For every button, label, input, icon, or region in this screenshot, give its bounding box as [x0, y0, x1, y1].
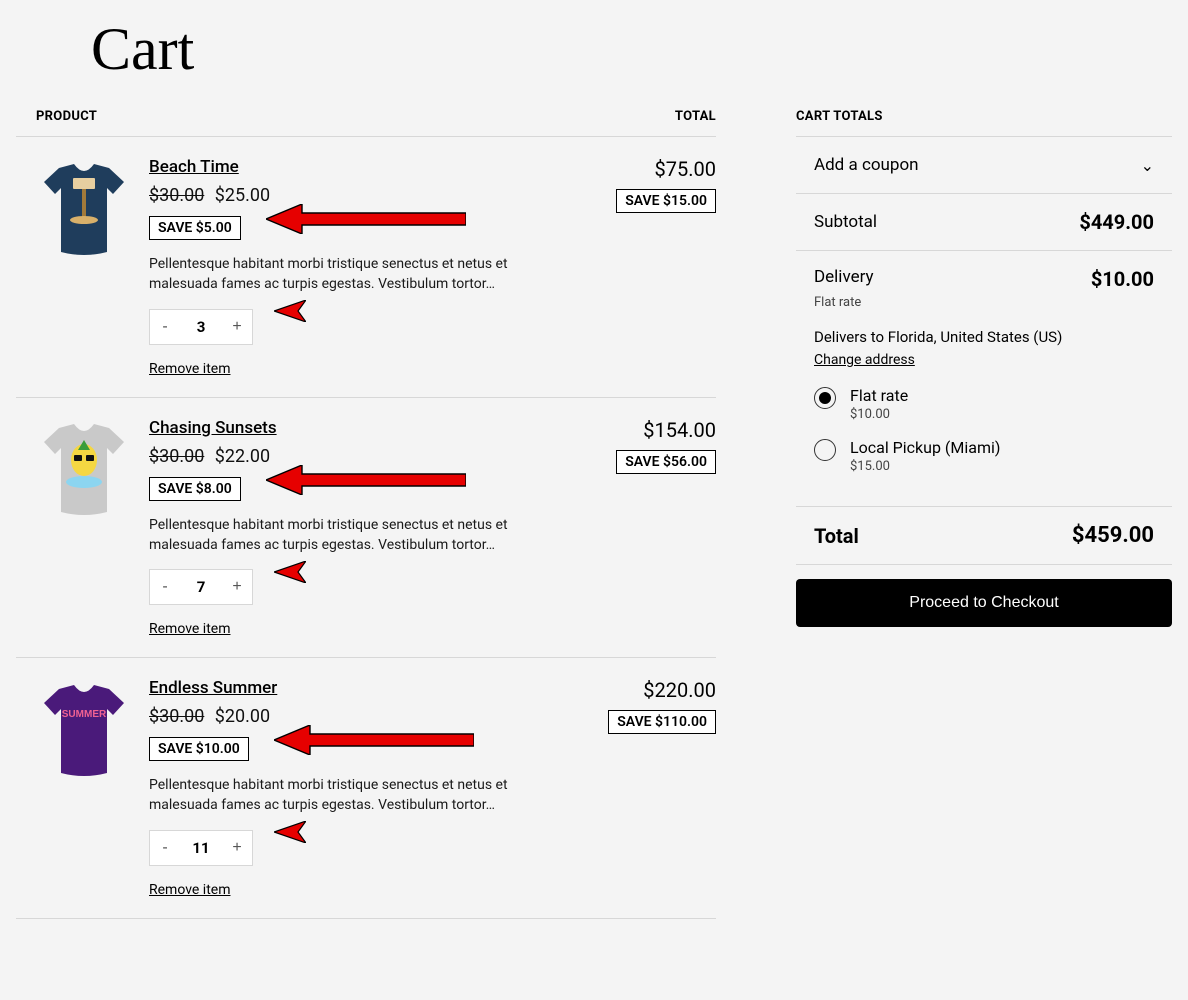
shipping-option-local-pickup[interactable]: Local Pickup (Miami) $15.00 [814, 438, 1154, 474]
product-thumb[interactable] [36, 157, 131, 262]
shipping-cost: $10.00 [850, 407, 908, 422]
cart-totals-header: CART TOTALS [796, 109, 1172, 136]
cart-totals-column: CART TOTALS Add a coupon ⌄ Subtotal $449… [796, 109, 1172, 919]
sale-price: $25.00 [215, 185, 270, 206]
sale-price: $20.00 [215, 706, 270, 727]
remove-item-link[interactable]: Remove item [149, 361, 230, 377]
qty-value: 11 [180, 839, 222, 857]
svg-text:SUMMER: SUMMER [61, 709, 106, 720]
cart-column: PRODUCT TOTAL Beach Time $30.00 $25.00 S… [16, 109, 716, 919]
quantity-stepper[interactable]: - 3 + [149, 309, 253, 345]
total-amount: $459.00 [1072, 523, 1154, 548]
annotation-arrow-icon [274, 300, 306, 322]
col-product: PRODUCT [36, 109, 97, 124]
product-thumb[interactable]: SUMMER [36, 678, 131, 783]
delivers-to: Delivers to Florida, United States (US) [814, 328, 1154, 346]
remove-item-link[interactable]: Remove item [149, 621, 230, 637]
cart-row: Beach Time $30.00 $25.00 SAVE $5.00 Pell… [16, 137, 716, 398]
original-price: $30.00 [149, 446, 204, 467]
original-price: $30.00 [149, 185, 204, 206]
radio-icon [814, 439, 836, 461]
product-description: Pellentesque habitant morbi tristique se… [149, 775, 578, 816]
qty-minus-button[interactable]: - [150, 570, 180, 604]
add-coupon-toggle[interactable]: Add a coupon ⌄ [796, 137, 1172, 194]
total-line: Total $459.00 [796, 507, 1172, 565]
cart-row: Chasing Sunsets $30.00 $22.00 SAVE $8.00… [16, 398, 716, 659]
qty-plus-button[interactable]: + [222, 831, 252, 865]
line-total: $220.00 [596, 678, 716, 702]
shipping-name: Local Pickup (Miami) [850, 438, 1000, 457]
save-unit-badge: SAVE $10.00 [149, 737, 249, 761]
add-coupon-label: Add a coupon [814, 155, 919, 175]
line-total: $75.00 [596, 157, 716, 181]
price-line: $30.00 $25.00 [149, 185, 578, 206]
radio-icon [814, 387, 836, 409]
price-line: $30.00 $22.00 [149, 446, 578, 467]
cart-row: SUMMER Endless Summer $30.00 $20.00 SAVE… [16, 658, 716, 919]
product-description: Pellentesque habitant morbi tristique se… [149, 254, 578, 295]
qty-value: 3 [180, 318, 222, 336]
product-name-link[interactable]: Endless Summer [149, 678, 277, 698]
qty-plus-button[interactable]: + [222, 310, 252, 344]
delivery-method: Flat rate [814, 295, 1154, 310]
delivery-block: Delivery $10.00 Flat rate Delivers to Fl… [796, 251, 1172, 507]
qty-plus-button[interactable]: + [222, 570, 252, 604]
proceed-to-checkout-button[interactable]: Proceed to Checkout [796, 579, 1172, 627]
save-total-badge: SAVE $15.00 [616, 189, 716, 213]
chevron-down-icon: ⌄ [1141, 156, 1154, 175]
subtotal-line: Subtotal $449.00 [796, 194, 1172, 251]
delivery-label: Delivery [814, 267, 874, 291]
product-name-link[interactable]: Beach Time [149, 157, 239, 177]
annotation-arrow-icon [266, 204, 466, 234]
price-line: $30.00 $20.00 [149, 706, 578, 727]
line-total: $154.00 [596, 418, 716, 442]
shipping-option-flat-rate[interactable]: Flat rate $10.00 [814, 386, 1154, 422]
save-total-badge: SAVE $56.00 [616, 450, 716, 474]
col-total: TOTAL [675, 109, 716, 124]
annotation-arrow-icon [274, 725, 474, 755]
product-name-link[interactable]: Chasing Sunsets [149, 418, 277, 438]
save-unit-badge: SAVE $8.00 [149, 477, 241, 501]
annotation-arrow-icon [274, 821, 306, 843]
total-label: Total [814, 524, 859, 548]
delivery-amount: $10.00 [1091, 267, 1154, 291]
qty-minus-button[interactable]: - [150, 831, 180, 865]
original-price: $30.00 [149, 706, 204, 727]
shipping-cost: $15.00 [850, 459, 1000, 474]
page-title: Cart [91, 15, 1172, 84]
save-unit-badge: SAVE $5.00 [149, 216, 241, 240]
subtotal-amount: $449.00 [1079, 210, 1154, 234]
annotation-arrow-icon [274, 561, 306, 583]
quantity-stepper[interactable]: - 11 + [149, 830, 253, 866]
product-thumb[interactable] [36, 418, 131, 523]
quantity-stepper[interactable]: - 7 + [149, 569, 253, 605]
sale-price: $22.00 [215, 446, 270, 467]
qty-value: 7 [180, 578, 222, 596]
annotation-arrow-icon [266, 465, 466, 495]
shipping-name: Flat rate [850, 386, 908, 405]
product-description: Pellentesque habitant morbi tristique se… [149, 515, 578, 556]
change-address-link[interactable]: Change address [814, 352, 915, 368]
qty-minus-button[interactable]: - [150, 310, 180, 344]
subtotal-label: Subtotal [814, 212, 877, 232]
remove-item-link[interactable]: Remove item [149, 882, 230, 898]
save-total-badge: SAVE $110.00 [608, 710, 716, 734]
